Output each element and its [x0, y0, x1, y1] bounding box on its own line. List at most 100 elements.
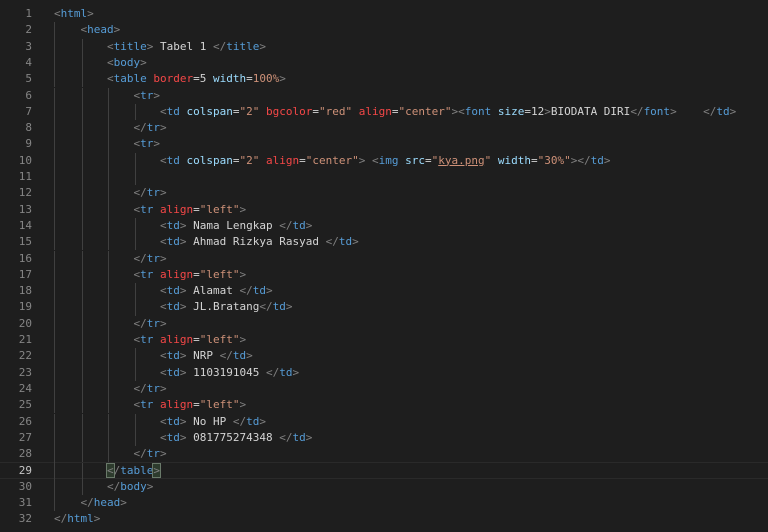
line-number: 4 — [25, 55, 32, 69]
code-line[interactable]: 21 <tr align="left"> — [0, 332, 768, 349]
code-line[interactable]: 7 <td colspan="2" bgcolor="red" align="ce… — [0, 103, 768, 121]
code-line[interactable]: 2 <head> — [0, 22, 768, 38]
token: align — [358, 104, 392, 118]
code-line[interactable]: 22 <td> NRP </td> — [0, 348, 768, 365]
code-line[interactable]: 4 <body> — [0, 54, 768, 72]
indent-guide — [54, 87, 55, 104]
token: </ — [630, 104, 644, 118]
token: Nama Lengkap — [193, 218, 280, 232]
code-line[interactable]: 16 </tr> — [0, 250, 768, 267]
code-line[interactable]: 13 <tr align="left"> — [0, 201, 768, 218]
code-line[interactable]: 1 <html> — [0, 6, 768, 22]
code-line[interactable]: 24 </tr> — [0, 380, 768, 398]
line-number: 7 — [25, 104, 32, 118]
token: < — [160, 430, 167, 444]
indent-guide — [108, 266, 109, 284]
code-line[interactable]: 17 <tr align="left"> — [0, 266, 768, 284]
code-line[interactable]: 14 <td> Nama Lengkap </td> — [0, 217, 768, 235]
token: > — [153, 137, 160, 151]
indent-guide — [54, 201, 55, 218]
code-line[interactable]: 29 </table> — [0, 462, 768, 480]
token: img — [378, 153, 406, 167]
token: </ — [80, 496, 94, 509]
code-line[interactable]: 3 <title> Tabel 1 </title> — [0, 38, 768, 55]
token: > — [160, 251, 167, 265]
code-line[interactable]: 26 <td> No HP </td> — [0, 413, 768, 430]
code-line[interactable]: 30 </body> — [0, 478, 768, 495]
token: < — [107, 39, 114, 53]
token: </ — [265, 365, 280, 379]
indent-guide — [108, 348, 109, 365]
token: > < — [358, 153, 379, 167]
code-line[interactable]: 27 <td> 081775274348 </td> — [0, 429, 768, 447]
token: < — [160, 414, 167, 428]
indent-guide — [81, 348, 83, 365]
line-number: 8 — [25, 121, 32, 135]
indent-guide — [81, 152, 83, 169]
code-line[interactable]: 10 <td colspan="2" align="center"> <img s… — [0, 152, 768, 169]
token: > </ — [670, 104, 717, 118]
code-line[interactable]: 20 </tr> — [0, 315, 768, 332]
code-text: <td> Nama Lengkap </td> — [160, 218, 312, 234]
token: > — [152, 463, 161, 479]
token: td — [166, 284, 180, 298]
code-line[interactable]: 28 </tr> — [0, 446, 768, 463]
indent-guide — [108, 364, 109, 381]
token: > — [146, 39, 160, 53]
token: = — [193, 398, 200, 412]
code-line[interactable]: 23 <td> 1103191045 </td> — [0, 364, 768, 381]
indent-guide — [54, 136, 55, 153]
token: </ — [259, 300, 273, 314]
token: > — [160, 316, 167, 330]
line-number: 11 — [18, 170, 32, 183]
token: > — [305, 218, 313, 232]
line-number: 18 — [18, 284, 32, 298]
code-text: <td> No HP </td> — [160, 414, 266, 430]
code-line[interactable]: 25 <tr align="left"> — [0, 397, 768, 414]
code-text: <body> — [107, 55, 147, 71]
token: < — [160, 153, 167, 167]
line-number: 3 — [25, 39, 32, 53]
indent-guide — [81, 136, 83, 153]
indent-guide — [54, 495, 55, 512]
code-line[interactable]: 31 </head> — [0, 495, 768, 511]
indent-guide — [108, 299, 109, 316]
code-text: <td> JL.Bratang</td> — [160, 299, 292, 315]
code-line[interactable]: 8 </tr> — [0, 120, 768, 137]
token: > — [146, 479, 154, 493]
code-line[interactable]: 18 <td> Alamat </td> — [0, 283, 768, 300]
token: "left" — [199, 202, 240, 216]
indent-guide — [108, 250, 109, 267]
code-line[interactable]: 6 <tr> — [0, 87, 768, 104]
token: </ — [107, 479, 121, 493]
code-text: <td colspan="2" align="center"> <img src… — [160, 153, 610, 169]
token: NRP — [193, 349, 220, 363]
indent-guide — [108, 152, 109, 169]
token: td — [246, 414, 260, 428]
code-line[interactable]: 19 <td> JL.Bratang</td> — [0, 299, 768, 316]
token: align — [160, 267, 194, 281]
indent-guide — [54, 71, 55, 88]
token: bgcolor — [265, 104, 313, 118]
code-text: </tr> — [134, 120, 167, 136]
code-line[interactable]: 11 — [0, 169, 768, 186]
token: td — [232, 349, 247, 363]
token: tr — [140, 88, 154, 102]
token: tr — [146, 121, 160, 135]
code-line[interactable]: 32 </html> — [0, 511, 768, 527]
token: > — [239, 267, 247, 281]
indent-guide — [108, 332, 109, 349]
code-line[interactable]: 5 <table border=5 width=100%> — [0, 71, 768, 88]
code-line[interactable]: 9 <tr> — [0, 136, 768, 153]
code-editor[interactable]: 1 <html> 2 <head> 3 <title> Tabel 1 </title> 4… — [0, 0, 768, 532]
line-number: 6 — [25, 88, 32, 102]
token: = — [299, 153, 306, 167]
indent-guide — [108, 446, 109, 463]
code-line[interactable]: 15 <td> Ahmad Rizkya Rasyad </td> — [0, 234, 768, 251]
code-line[interactable]: 12 </tr> — [0, 185, 768, 202]
token: > — [246, 349, 253, 363]
line-number: 10 — [18, 153, 32, 167]
token: 1103191045 — [193, 365, 266, 379]
indent-guide — [134, 348, 136, 365]
indent-guide — [81, 299, 83, 316]
